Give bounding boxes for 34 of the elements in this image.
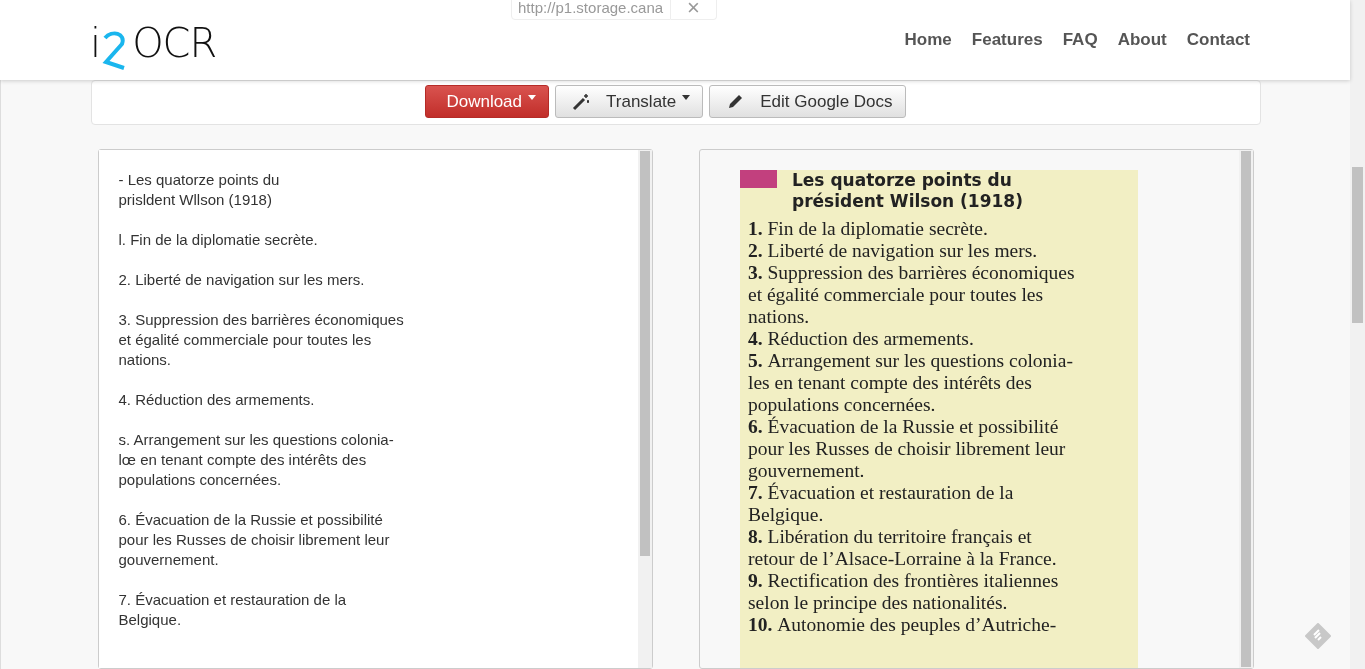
document-line: gouvernement.	[748, 460, 866, 482]
download-button[interactable]: Download	[425, 85, 550, 118]
nav-link[interactable]: FAQ	[1062, 30, 1098, 50]
pencil-icon	[726, 92, 745, 111]
document-line: 4. Réduction des armements.	[748, 328, 975, 350]
document-line: 10. Autonomie des peuples d’Autriche-	[748, 614, 1058, 636]
action-button[interactable]: Edit Google Docs	[709, 85, 906, 118]
document-line: 9. Rectification des frontières italiennes	[748, 570, 1060, 592]
nav-link[interactable]: Home	[904, 30, 952, 50]
document-line: 1. Fin de la diplomatie secrète.	[748, 218, 989, 240]
document-line: 7. Évacuation et restauration de la	[748, 482, 1015, 504]
action-button[interactable]: Translate	[555, 85, 704, 118]
document-line: 8. Libération du territoire français et	[748, 526, 1033, 548]
document-title: Les quatorze points du président Wilson (1918)	[792, 170, 1024, 212]
feedback-icon[interactable]	[1305, 623, 1331, 649]
nav-link[interactable]: About	[1117, 30, 1167, 50]
document-line: Belgique.	[748, 504, 825, 526]
document-line: pour les Russes de choisir librement leur	[748, 438, 1067, 460]
document-line: populations concernées.	[748, 394, 937, 416]
document-line: 2. Liberté de navigation sur les mers.	[748, 240, 1039, 262]
document-line: et égalité commerciale pour toutes les	[748, 284, 1045, 306]
page-scrollbar[interactable]	[1350, 0, 1365, 669]
document-line: 6. Évacuation de la Russie et possibilité	[748, 416, 1060, 438]
document-line: nations.	[748, 306, 811, 328]
scrollbar[interactable]	[1238, 150, 1253, 668]
nav-link[interactable]: Contact	[1186, 30, 1250, 50]
document-line: 5. Arrangement sur les questions colonia-	[748, 350, 1074, 372]
document-line: retour de l’Alsace-Lorraine à la France.	[748, 548, 1058, 570]
document-line: les en tenant compte des intérêts des	[748, 372, 1033, 394]
document-line: selon le principe des nationalités.	[748, 592, 1009, 614]
magic-wand-icon	[572, 92, 591, 111]
nav-link[interactable]: Features	[971, 30, 1043, 50]
document-line: 3. Suppression des barrières économiques	[748, 262, 1076, 284]
i2ocr-logo[interactable]: i OCR	[90, 16, 217, 70]
